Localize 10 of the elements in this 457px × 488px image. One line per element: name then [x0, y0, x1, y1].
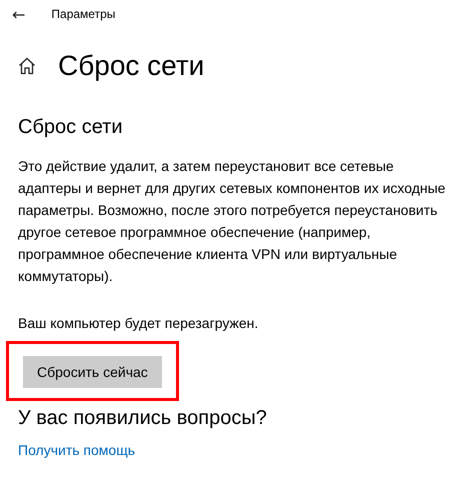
notice-text: Ваш компьютер будет перезагружен. [18, 315, 258, 331]
help-link[interactable]: Получить помощь [18, 442, 136, 458]
section-heading: Сброс сети [18, 116, 122, 139]
home-icon[interactable] [18, 57, 36, 75]
back-button[interactable]: ← [8, 4, 30, 24]
description-text: Это действие удалит, а затем переустановит все сетевые адаптеры и вернет для других сетевых компонентов их исходные параметры. Возможно, после этого потребуется переустановить другое сетевое программное обеспечение (например, программное обеспечение клиента VPN или виртуальные коммутаторы). [18, 157, 446, 286]
window-title: Параметры [51, 7, 116, 21]
help-heading: У вас появились вопросы? [18, 407, 267, 430]
reset-button[interactable]: Сбросить сейчас [23, 356, 162, 388]
page-title: Сброс сети [58, 50, 204, 82]
